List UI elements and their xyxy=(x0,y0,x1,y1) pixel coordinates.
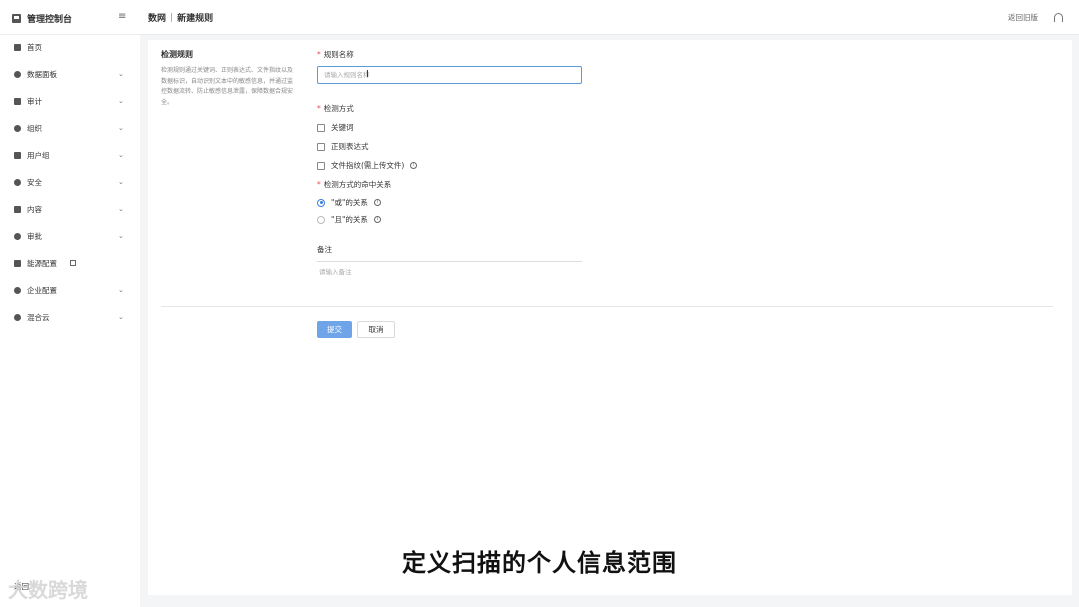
settings-icon xyxy=(14,259,21,267)
app-title: 管理控制台 xyxy=(27,14,73,25)
sidebar-item-hybrid-cloud[interactable]: 混合云 ⌄ xyxy=(0,308,140,326)
checkbox[interactable] xyxy=(317,123,325,132)
chevron-down-icon: ⌄ xyxy=(118,232,124,240)
sidebar-item-label: 数据面板 xyxy=(27,69,57,79)
option-label: "或"的关系 xyxy=(331,198,368,207)
watermark: 大数跨境 xyxy=(8,578,88,602)
text-cursor-icon: I xyxy=(366,69,369,80)
shield-icon xyxy=(14,178,21,186)
relation-label: * 检测方式的命中关系 xyxy=(317,179,391,190)
option-label: 关键词 xyxy=(331,123,354,132)
method-option-keyword[interactable]: 关键词 xyxy=(317,122,354,133)
sidebar-item-user-group[interactable]: 用户组 ⌄ xyxy=(0,146,140,164)
required-mark: * xyxy=(317,104,321,113)
cancel-button[interactable]: 取消 xyxy=(357,321,395,338)
required-mark: * xyxy=(317,50,321,59)
sidebar-item-approval[interactable]: 审批 ⌄ xyxy=(0,227,140,245)
external-link-icon xyxy=(70,260,76,266)
sidebar-item-label: 用户组 xyxy=(27,150,50,160)
users-icon xyxy=(14,151,21,159)
section-title: 检测规则 xyxy=(161,50,193,59)
sidebar: 首页 数据面板 ⌄ 审计 ⌄ 组织 ⌄ 用户组 ⌄ 安全 ⌄ 内容 ⌄ 审批 ⌄… xyxy=(0,35,140,607)
pie-chart-icon xyxy=(14,70,21,78)
relation-label-text: 检测方式的命中关系 xyxy=(323,180,392,189)
chevron-down-icon: ⌄ xyxy=(118,286,124,294)
video-subtitle: 定义扫描的个人信息范围 xyxy=(402,549,677,577)
section-description: 检测规则通过关键词、正则表达式、文件指纹以及数据标识，自动识别文本中的敏感信息，… xyxy=(161,67,294,106)
sidebar-item-enterprise-config[interactable]: 企业配置 ⌄ xyxy=(0,281,140,299)
info-icon[interactable]: i xyxy=(373,216,381,223)
breadcrumb-current: 新建规则 xyxy=(177,14,214,24)
info-icon[interactable]: i xyxy=(410,162,418,169)
required-mark: * xyxy=(317,180,321,189)
divider xyxy=(161,306,1053,307)
sidebar-item-dashboard[interactable]: 数据面板 ⌄ xyxy=(0,65,140,83)
checkbox[interactable] xyxy=(317,142,325,151)
submit-button[interactable]: 提交 xyxy=(317,321,352,338)
sidebar-item-home[interactable]: 首页 xyxy=(0,38,140,56)
cloud-icon xyxy=(14,313,21,321)
breadcrumb-parent[interactable]: 数网 xyxy=(148,11,166,24)
sidebar-item-content[interactable]: 内容 ⌄ xyxy=(0,200,140,218)
chevron-down-icon: ⌄ xyxy=(118,205,124,213)
grid-icon xyxy=(14,43,21,51)
rule-name-label-text: 规则名称 xyxy=(323,50,354,59)
chevron-down-icon: ⌄ xyxy=(118,97,124,105)
method-label-text: 检测方式 xyxy=(323,104,354,113)
rule-name-label: * 规则名称 xyxy=(317,49,354,60)
sidebar-item-label: 审批 xyxy=(27,231,42,241)
relation-option-or[interactable]: "或"的关系 i xyxy=(317,197,381,208)
sidebar-item-security[interactable]: 安全 ⌄ xyxy=(0,173,140,191)
method-label: * 检测方式 xyxy=(317,103,354,114)
option-label: "且"的关系 xyxy=(331,215,368,224)
option-label: 正则表达式 xyxy=(331,142,369,151)
method-option-file-fingerprint[interactable]: 文件指纹(需上传文件) i xyxy=(317,160,418,171)
radio[interactable] xyxy=(317,215,325,224)
remark-input[interactable]: 请输入备注 xyxy=(317,261,582,279)
return-old-version-link[interactable]: 返回旧版 xyxy=(1008,12,1038,23)
main-panel: 检测规则 检测规则通过关键词、正则表达式、文件指纹以及数据标识，自动识别文本中的… xyxy=(148,40,1072,595)
info-icon[interactable]: i xyxy=(373,199,381,206)
gear-icon xyxy=(14,286,21,294)
chevron-down-icon: ⌄ xyxy=(118,70,124,78)
console-logo-icon xyxy=(12,13,21,23)
radio-selected[interactable] xyxy=(317,198,325,207)
sidebar-item-label: 内容 xyxy=(27,204,42,214)
method-option-regex[interactable]: 正则表达式 xyxy=(317,141,369,152)
sidebar-item-label: 安全 xyxy=(27,177,42,187)
menu-collapse-icon[interactable]: ≡ xyxy=(118,11,126,22)
top-right-actions: 返回旧版 xyxy=(1008,12,1063,23)
sidebar-item-label: 混合云 xyxy=(27,312,50,322)
sidebar-item-label: 企业配置 xyxy=(27,285,57,295)
rule-name-input[interactable]: 请输入规则名称 xyxy=(317,66,582,84)
sidebar-item-label: 组织 xyxy=(27,123,42,133)
chevron-down-icon: ⌄ xyxy=(118,124,124,132)
app-brand[interactable]: 管理控制台 xyxy=(12,11,72,25)
chevron-down-icon: ⌄ xyxy=(118,313,124,321)
sidebar-item-organization[interactable]: 组织 ⌄ xyxy=(0,119,140,137)
top-bar: 管理控制台 ≡ 数网 | 新建规则 返回旧版 xyxy=(0,0,1079,35)
sidebar-item-audit[interactable]: 审计 ⌄ xyxy=(0,92,140,110)
breadcrumb: 数网 | 新建规则 xyxy=(148,11,214,25)
user-icon xyxy=(14,124,21,132)
checkbox[interactable] xyxy=(317,161,325,170)
person-icon xyxy=(14,232,21,240)
remark-label: 备注 xyxy=(317,245,332,254)
sidebar-item-label: 能源配置 xyxy=(27,258,57,268)
chevron-down-icon: ⌄ xyxy=(118,151,124,159)
sidebar-item-energy-config[interactable]: 能源配置 xyxy=(0,254,140,272)
document-icon xyxy=(14,97,21,105)
option-label: 文件指纹(需上传文件) xyxy=(331,161,405,170)
chevron-down-icon: ⌄ xyxy=(118,178,124,186)
content-icon xyxy=(14,205,21,213)
relation-option-and[interactable]: "且"的关系 i xyxy=(317,214,381,225)
sidebar-item-label: 首页 xyxy=(27,42,42,52)
headset-icon[interactable] xyxy=(1054,13,1063,22)
sidebar-item-label: 审计 xyxy=(27,96,42,106)
breadcrumb-separator: | xyxy=(170,12,174,23)
